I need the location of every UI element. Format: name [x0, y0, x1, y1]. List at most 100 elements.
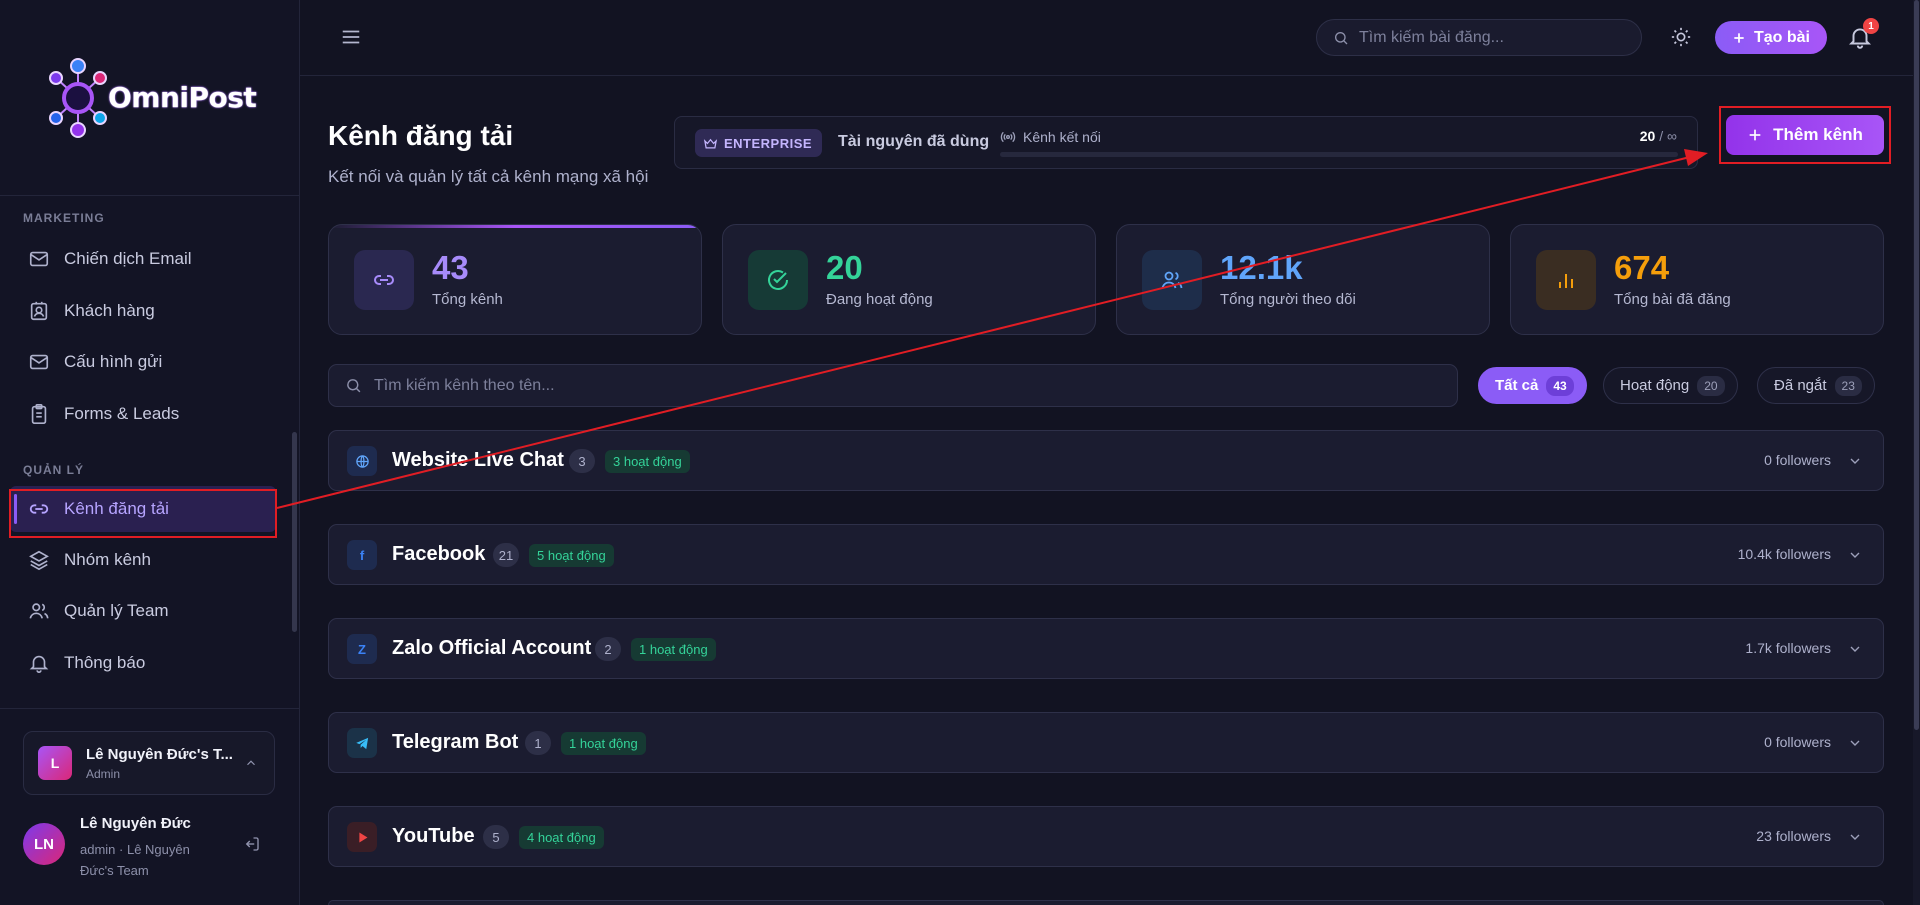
resource-separator: / [1659, 128, 1664, 144]
chevron-down-icon [1850, 740, 1860, 746]
group-name: Website Live Chat [392, 449, 564, 471]
sidebar: OmniPost MARKETING Chiến dịch Email Khác… [0, 0, 300, 905]
group-meta: 21 5 hoạt động [493, 543, 614, 567]
users-icon [1161, 271, 1183, 289]
stat-card-followers: 12.1k Tổng người theo dõi [1116, 224, 1490, 335]
resource-used: 20 [1639, 128, 1656, 144]
group-followers: 0 followers [1764, 734, 1831, 750]
sidebar-item-label: Khách hàng [64, 301, 155, 320]
group-followers: 0 followers [1764, 452, 1831, 468]
layers-icon [29, 550, 49, 571]
sidebar-item-forms-leads[interactable]: Forms & Leads [10, 391, 276, 437]
user-profile: LN Lê Nguyên Đức admin · Lê Nguyên Đức's… [23, 815, 285, 885]
annotation-box-channels-nav [9, 489, 277, 538]
nav-section-management: QUẢN LÝ [23, 463, 84, 477]
annotation-box-add-channel [1719, 106, 1891, 164]
group-count: 21 [493, 543, 519, 567]
channel-search[interactable] [328, 364, 1458, 407]
sidebar-scrollbar[interactable] [292, 432, 297, 632]
stat-label: Tổng kênh [432, 291, 503, 308]
telegram-icon [355, 737, 368, 749]
filter-chip-count: 23 [1834, 375, 1862, 396]
search-icon [1335, 31, 1348, 44]
group-active-badge: 4 hoạt động [519, 825, 604, 849]
filter-chip-all[interactable]: Tất cả 43 [1478, 367, 1587, 404]
filter-chip-label: Tất cả [1495, 377, 1539, 394]
channel-group-next [328, 900, 1884, 905]
stat-icon-wrap [748, 250, 808, 310]
avatar[interactable]: LN [23, 823, 65, 865]
sidebar-item-email-campaign[interactable]: Chiến dịch Email [10, 236, 276, 282]
sun-icon[interactable] [1670, 26, 1692, 48]
sidebar-item-label: Forms & Leads [64, 404, 180, 423]
group-followers: 1.7k followers [1745, 640, 1831, 656]
group-count: 5 [483, 825, 509, 849]
sidebar-footer: L Lê Nguyên Đức's T... Admin LN Lê Nguyê… [0, 708, 300, 905]
connected-channels-label: Kênh kết nối [1023, 129, 1101, 145]
resource-progress-bar [1000, 152, 1678, 157]
check-circle-icon [768, 270, 788, 290]
stat-icon-wrap [1142, 250, 1202, 310]
channel-group-youtube[interactable]: YouTube 5 4 hoạt động 23 followers [328, 806, 1884, 867]
user-subtitle: admin · Lê Nguyên Đức's Team [80, 842, 190, 878]
team-role: Admin [86, 766, 121, 781]
group-name: Zalo Official Account [392, 637, 592, 659]
sidebar-item-label: Quản lý Team [64, 601, 169, 620]
sidebar-item-send-config[interactable]: Cấu hình gửi [10, 339, 276, 385]
team-avatar: L [38, 746, 72, 780]
clipboard-icon [31, 404, 47, 424]
sidebar-item-customers[interactable]: Khách hàng [10, 288, 276, 334]
plan-name: ENTERPRISE [724, 135, 813, 151]
filter-chip-count: 43 [1546, 375, 1574, 396]
resource-usage-panel: ENTERPRISE Tài nguyên đã dùng Kênh kết n… [674, 116, 1698, 169]
channel-group-zalo[interactable]: Z Zalo Official Account 2 1 hoạt động 1.… [328, 618, 1884, 679]
sidebar-item-notifications[interactable]: Thông báo [10, 640, 276, 686]
sidebar-item-label: Nhóm kênh [64, 550, 151, 569]
stat-value: 12.1k [1220, 249, 1303, 286]
group-icon-wrap [347, 728, 377, 758]
channel-group-website-live-chat[interactable]: Website Live Chat 3 3 hoạt động 0 follow… [328, 430, 1884, 491]
bell-icon [29, 655, 49, 673]
filter-chip-disconnected[interactable]: Đã ngắt 23 [1757, 367, 1875, 404]
post-search[interactable] [1316, 19, 1642, 56]
connected-channels-value: 20 / ∞ [1640, 128, 1677, 144]
plus-icon [1734, 32, 1744, 43]
logout-icon[interactable] [243, 835, 261, 853]
channel-group-facebook[interactable]: f Facebook 21 5 hoạt động 10.4k follower… [328, 524, 1884, 585]
sidebar-nav: MARKETING Chiến dịch Email Khách hàng Cấ… [0, 196, 300, 708]
hamburger-menu-icon[interactable] [340, 26, 362, 48]
group-name: Telegram Bot [392, 731, 519, 753]
stat-card-posts: 674 Tổng bài đã đăng [1510, 224, 1884, 335]
sidebar-item-team[interactable]: Quản lý Team [10, 588, 276, 634]
filter-chip-label: Đã ngắt [1774, 377, 1827, 394]
mail-icon [29, 251, 49, 267]
stat-value: 43 [432, 249, 469, 286]
create-post-button[interactable]: Tạo bài [1715, 21, 1827, 54]
group-meta: 5 4 hoạt động [483, 825, 604, 849]
group-meta: 3 3 hoạt động [569, 449, 690, 473]
logo[interactable]: OmniPost [0, 0, 299, 196]
link-icon [374, 275, 394, 285]
channel-search-input[interactable] [374, 376, 1434, 395]
chevron-down-icon [1850, 646, 1860, 652]
bar-chart-icon [1559, 274, 1573, 288]
sidebar-item-channel-groups[interactable]: Nhóm kênh [10, 537, 276, 583]
post-search-input[interactable] [1359, 28, 1629, 47]
group-meta: 1 1 hoạt động [525, 731, 646, 755]
nav-section-marketing: MARKETING [23, 211, 105, 225]
filter-chip-count: 20 [1697, 375, 1725, 396]
filter-chip-active[interactable]: Hoạt động 20 [1603, 367, 1738, 404]
group-active-badge: 5 hoạt động [529, 543, 614, 567]
group-followers: 10.4k followers [1737, 546, 1831, 562]
page-scrollbar[interactable] [1914, 0, 1919, 730]
group-name: Facebook [392, 543, 486, 565]
team-switcher[interactable]: L Lê Nguyên Đức's T... Admin [23, 731, 275, 795]
group-name: YouTube [392, 825, 475, 847]
crown-icon [703, 138, 718, 148]
notification-badge: 1 [1863, 18, 1879, 34]
channel-group-telegram[interactable]: Telegram Bot 1 1 hoạt động 0 followers [328, 712, 1884, 773]
group-active-badge: 1 hoạt động [561, 731, 646, 755]
team-name: Lê Nguyên Đức's T... [86, 745, 233, 763]
mail-settings-icon [29, 354, 49, 370]
stat-label: Đang hoạt động [826, 291, 933, 308]
